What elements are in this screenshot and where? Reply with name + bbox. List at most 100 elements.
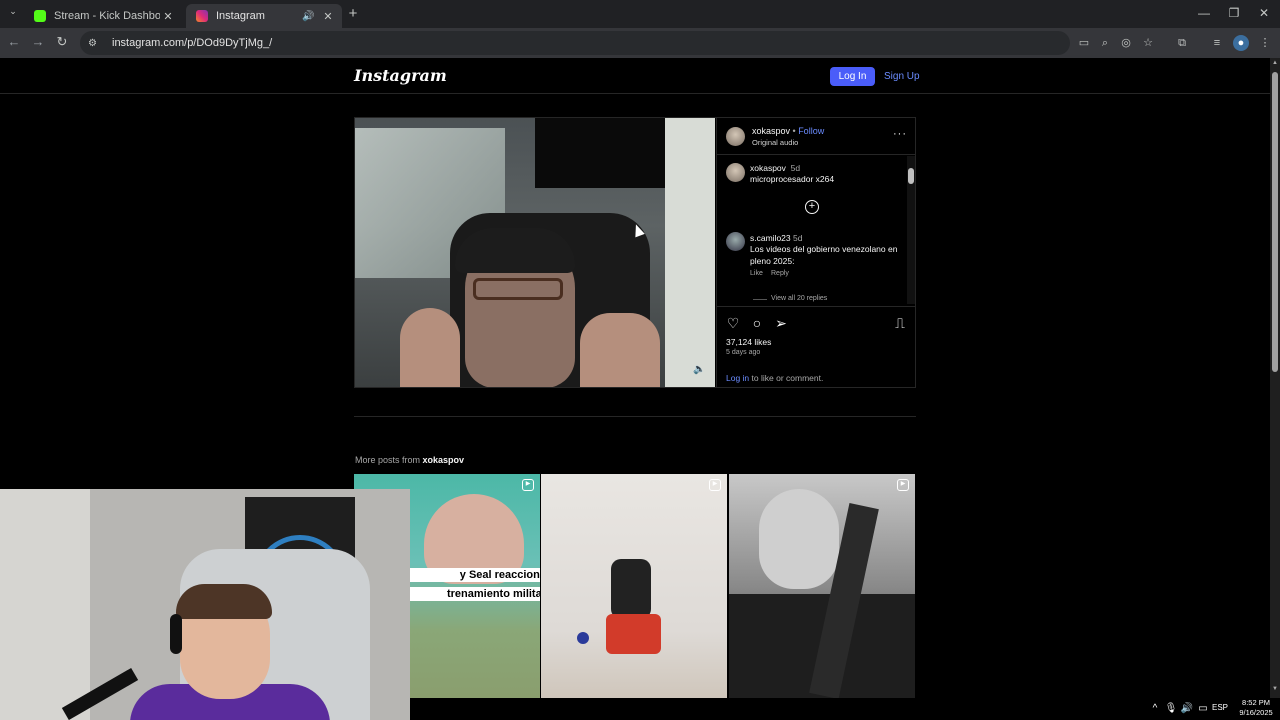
- video-person-cap: [455, 228, 575, 273]
- page-scrollbar[interactable]: ▲ ▼: [1270, 58, 1280, 698]
- forward-arrow-icon[interactable]: →: [30, 34, 46, 52]
- new-tab-button[interactable]: +: [346, 5, 360, 22]
- zoom-icon[interactable]: ⌕: [1097, 35, 1113, 51]
- bookmark-icon[interactable]: ⎍: [892, 315, 908, 331]
- restore-button[interactable]: ❐: [1224, 6, 1244, 20]
- bookmark-star-icon[interactable]: ☆: [1140, 35, 1156, 51]
- thumbnail-caption-line: y Seal reacciona: [409, 568, 540, 582]
- close-tab-icon[interactable]: ✕: [160, 10, 176, 23]
- tab-title: Instagram: [216, 10, 265, 22]
- comments-list: xokaspov 5d microprocesador x264 + s.cam…: [717, 156, 907, 304]
- tab-kick-dashboard[interactable]: Stream - Kick Dashboard ✕: [24, 4, 182, 28]
- site-info-icon[interactable]: ⚙: [88, 38, 102, 49]
- thumbnail-shorts: [606, 614, 661, 654]
- caption-time: 5d: [790, 163, 801, 173]
- reel-icon: ▶: [522, 479, 534, 491]
- heart-icon[interactable]: ♡: [725, 315, 741, 331]
- tab-title: Stream - Kick Dashboard: [54, 10, 160, 22]
- post-sidebar: xokaspov • Follow Original audio ··· xok…: [716, 118, 916, 387]
- speaker-icon[interactable]: 🔊: [302, 11, 316, 22]
- comments-scroll-thumb[interactable]: [908, 168, 914, 184]
- section-divider: [354, 416, 916, 417]
- more-options-icon[interactable]: ···: [893, 128, 907, 140]
- thumbnail-person: [759, 489, 839, 589]
- address-bar[interactable]: ⚙ instagram.com/p/DOd9DyTjMg_/: [80, 31, 1070, 55]
- video-monitor: [535, 118, 665, 188]
- webcam-person-hair: [176, 584, 272, 619]
- login-link[interactable]: Log in: [726, 373, 749, 383]
- language-indicator[interactable]: ESP: [1212, 703, 1228, 712]
- windows-taskbar: ^ 🎙 🔊 ▭ ESP 8:52 PM 9/16/2025: [410, 698, 1280, 720]
- volume-icon[interactable]: 🔈: [693, 364, 705, 375]
- more-posts-grid: y Seal reacciona trenamiento militar ▶ ▶…: [354, 474, 916, 698]
- close-window-button[interactable]: ✕: [1254, 6, 1274, 20]
- reel-icon: ▶: [897, 479, 909, 491]
- instagram-favicon-icon: [196, 10, 208, 22]
- comment-like-button[interactable]: Like: [750, 270, 763, 277]
- follow-button[interactable]: Follow: [798, 126, 824, 136]
- url-text[interactable]: instagram.com/p/DOd9DyTjMg_/: [112, 37, 272, 49]
- minimize-button[interactable]: —: [1194, 6, 1214, 20]
- comment-icon[interactable]: ○: [749, 315, 765, 331]
- page-scroll-thumb[interactable]: [1272, 72, 1278, 372]
- media-controls-icon[interactable]: ≡: [1209, 35, 1225, 51]
- instagram-logo[interactable]: Instagram: [354, 66, 447, 85]
- share-icon[interactable]: ➢: [773, 315, 789, 331]
- video-left-hand: [400, 308, 460, 387]
- post-video[interactable]: 🔈: [355, 118, 715, 387]
- reel-icon: ▶: [709, 479, 721, 491]
- scroll-up-arrow-icon[interactable]: ▲: [1271, 60, 1279, 66]
- comment-username[interactable]: s.camilo23: [750, 233, 791, 243]
- post-actions: ♡ ○ ➢ ⎍ 37,124 likes 5 days ago Log in t…: [717, 306, 916, 387]
- video-wall: [665, 118, 715, 387]
- comment-text: Los videos del gobierno venezolano en pl…: [750, 244, 898, 266]
- comment-reply-button[interactable]: Reply: [771, 270, 789, 277]
- caption-username[interactable]: xokaspov: [750, 163, 786, 173]
- menu-kebab-icon[interactable]: ⋮: [1257, 35, 1273, 51]
- clock[interactable]: 8:52 PM 9/16/2025: [1236, 698, 1276, 718]
- reload-icon[interactable]: ↻: [54, 34, 70, 52]
- clock-date: 9/16/2025: [1239, 708, 1273, 717]
- separator-dot: •: [790, 126, 799, 136]
- close-tab-icon[interactable]: ✕: [320, 10, 336, 23]
- tab-search-icon[interactable]: ⌄: [6, 6, 20, 20]
- browser-toolbar: ← → ↻ ⚙ instagram.com/p/DOd9DyTjMg_/ ▭ ⌕…: [0, 28, 1280, 58]
- comment-time: 5d: [793, 233, 803, 243]
- kick-favicon-icon: [34, 10, 46, 22]
- caption-text: microprocesador x264: [750, 174, 835, 184]
- author-avatar[interactable]: [726, 127, 745, 146]
- caption-avatar[interactable]: [726, 163, 745, 182]
- commenter-avatar[interactable]: [726, 232, 745, 251]
- author-line: xokaspov • Follow: [752, 126, 824, 136]
- replies-divider: [753, 299, 767, 300]
- load-more-comments-icon[interactable]: +: [805, 200, 819, 214]
- eye-off-icon[interactable]: ◎: [1118, 35, 1134, 51]
- webcam-wall: [0, 489, 90, 720]
- browser-tab-strip: ⌄ Stream - Kick Dashboard ✕ Instagram 🔊 …: [0, 0, 1280, 28]
- microphone-icon[interactable]: 🎙: [1164, 703, 1178, 714]
- tab-instagram[interactable]: Instagram 🔊 ✕: [186, 4, 342, 28]
- video-person-glasses: [473, 278, 563, 300]
- cast-icon[interactable]: ▭: [1076, 35, 1092, 51]
- post-author-header: xokaspov • Follow Original audio ···: [717, 118, 916, 155]
- network-icon[interactable]: ▭: [1196, 703, 1210, 714]
- tray-chevron-icon[interactable]: ^: [1148, 703, 1162, 714]
- author-username[interactable]: xokaspov: [752, 126, 790, 136]
- comments-scrollbar[interactable]: [907, 156, 915, 304]
- webcam-headset: [170, 614, 182, 654]
- volume-tray-icon[interactable]: 🔊: [1180, 703, 1194, 714]
- profile-avatar-icon[interactable]: ●: [1233, 35, 1249, 51]
- likes-count[interactable]: 37,124 likes: [726, 337, 771, 347]
- view-replies-link[interactable]: View all 20 replies: [771, 295, 827, 302]
- more-posts-username[interactable]: xokaspov: [423, 455, 465, 465]
- original-audio-link[interactable]: Original audio: [752, 138, 798, 147]
- scroll-down-arrow-icon[interactable]: ▼: [1271, 686, 1279, 692]
- signup-button[interactable]: Sign Up: [884, 67, 920, 86]
- more-posts-heading: More posts from xokaspov: [355, 455, 464, 465]
- video-right-hand: [580, 313, 660, 387]
- post-thumbnail[interactable]: ▶: [729, 474, 915, 698]
- post-thumbnail[interactable]: ▶: [541, 474, 727, 698]
- extensions-icon[interactable]: ⧉: [1174, 35, 1190, 51]
- back-arrow-icon[interactable]: ←: [6, 34, 22, 52]
- login-button[interactable]: Log In: [830, 67, 875, 86]
